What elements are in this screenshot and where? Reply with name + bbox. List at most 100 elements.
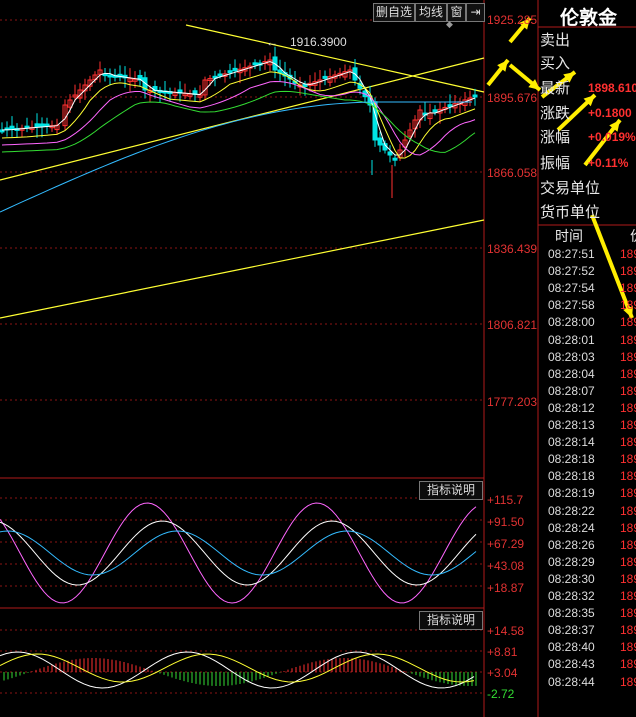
quote-label: 买入 xyxy=(540,54,571,72)
tick-price: 189 xyxy=(620,349,636,364)
tick-row: 08:28:18 189 xyxy=(540,452,636,469)
tick-row: 08:28:22 189 xyxy=(540,504,636,521)
tick-row: 08:28:26 189 xyxy=(540,538,636,555)
indicator2-axis-label: -2.72 xyxy=(487,687,515,701)
tick-row: 08:27:58 189 xyxy=(540,298,636,315)
tick-time: 08:28:19 xyxy=(548,486,595,501)
candle-body xyxy=(44,123,50,127)
tick-time: 08:28:14 xyxy=(548,435,595,450)
instrument-title: 伦敦金 xyxy=(560,7,618,29)
moving-averages xyxy=(0,61,476,213)
tick-price: 189 xyxy=(620,366,636,381)
tick-row: 08:27:52 189 xyxy=(540,264,636,281)
quote-label: 振幅 xyxy=(540,154,571,172)
moving-average-button[interactable]: 均线 xyxy=(415,3,447,22)
ma-line-short xyxy=(1,61,476,156)
indicator1-line-d xyxy=(0,520,477,586)
quote-label: 最新 xyxy=(540,79,571,97)
candle-body xyxy=(322,75,328,79)
indicator2-line-dif xyxy=(0,651,475,689)
indicator1-help-button[interactable]: 指标说明 xyxy=(419,481,483,500)
candle-body xyxy=(217,73,223,77)
tick-price: 189 xyxy=(620,383,636,398)
tick-time: 08:28:03 xyxy=(548,349,595,364)
tick-time: 08:28:44 xyxy=(548,674,595,689)
tick-price: 189 xyxy=(620,332,636,347)
quote-row-change: 涨跌 +0.1800 xyxy=(540,100,636,126)
tick-time: 08:28:24 xyxy=(548,520,595,535)
quote-value: +0.019% xyxy=(588,130,636,144)
tick-time: 08:28:07 xyxy=(548,383,595,398)
indicator2-help-button[interactable]: 指标说明 xyxy=(419,611,483,630)
tick-price: 189 xyxy=(620,571,636,586)
candle-body xyxy=(392,157,398,161)
candle-body xyxy=(39,123,45,128)
tick-price: 189 xyxy=(620,264,636,279)
ticks-header-price: 价 xyxy=(630,226,636,246)
tick-price: 189 xyxy=(620,315,636,330)
tick-price: 189 xyxy=(620,657,636,672)
indicator1-axis-label: +67.29 xyxy=(487,537,525,551)
tick-row: 08:28:43 189 xyxy=(540,657,636,674)
tick-row: 08:28:35 189 xyxy=(540,606,636,623)
tick-time: 08:28:22 xyxy=(548,503,595,518)
tick-row: 08:28:30 189 xyxy=(540,572,636,589)
price-axis-label: 1836.439 xyxy=(487,242,538,256)
indicator1-line-j xyxy=(0,530,477,576)
tick-row: 08:28:18 189 xyxy=(540,469,636,486)
quote-row-trade-unit: 交易单位 xyxy=(540,175,636,201)
tick-price: 189 xyxy=(620,674,636,689)
tick-row: 08:28:13 189 xyxy=(540,418,636,435)
indicator2-lines xyxy=(0,651,477,689)
high-annotation-value: 1916.3900 xyxy=(290,35,347,49)
candlesticks xyxy=(0,46,478,198)
indicator2-axis-label: +14.58 xyxy=(487,624,525,638)
tick-time: 08:27:51 xyxy=(548,247,595,261)
candle-body xyxy=(302,84,308,88)
tick-time: 08:28:00 xyxy=(548,315,595,330)
tick-price: 189 xyxy=(620,520,636,535)
tick-price: 189 xyxy=(620,469,636,484)
candle-body xyxy=(472,94,478,98)
tick-row: 08:28:40 189 xyxy=(540,640,636,657)
tick-price: 189 xyxy=(620,623,636,638)
high-annotation: ← xyxy=(266,35,278,49)
expand-arrow-button[interactable]: ⇥ xyxy=(466,3,485,22)
tick-time: 08:28:18 xyxy=(548,469,595,484)
quote-row-amplitude: 振幅 +0.11% xyxy=(540,150,636,176)
tick-price: 189 xyxy=(620,298,636,313)
ma-line-blue xyxy=(0,101,472,213)
ma-line-green xyxy=(1,90,476,153)
tick-price: 189 xyxy=(620,606,636,621)
tick-row: 08:28:29 189 xyxy=(540,555,636,572)
pin-icon: ◆ xyxy=(446,20,453,30)
tick-time: 08:28:01 xyxy=(548,332,595,347)
tick-price: 189 xyxy=(620,589,636,603)
indicator2-line-dea xyxy=(0,653,475,683)
candle-body xyxy=(34,123,40,128)
tick-price: 189 xyxy=(620,640,636,655)
tick-price: 189 xyxy=(620,400,636,415)
tick-row: 08:28:01 189 xyxy=(540,333,636,350)
indicator2-axis-label: +3.04 xyxy=(487,666,518,680)
trend-line-lower-channel xyxy=(0,219,485,319)
indicator1-line-k xyxy=(0,502,477,604)
ticks-header-time: 时间 xyxy=(555,229,583,245)
tick-price: 189 xyxy=(620,486,636,501)
price-axis-label: 1777.203 xyxy=(487,395,538,409)
tick-time: 08:28:18 xyxy=(548,452,595,467)
price-axis-label: 1806.821 xyxy=(487,318,538,332)
candle-body xyxy=(9,125,15,130)
indicator1-axis-label: +43.08 xyxy=(487,559,525,573)
tick-row: 08:27:51 189 xyxy=(540,247,636,264)
candle-body xyxy=(387,151,393,156)
tick-time: 08:28:37 xyxy=(548,623,595,638)
delete-watchlist-button[interactable]: 删自选 xyxy=(373,3,415,22)
ticks-header: 时间 价 xyxy=(540,226,636,246)
candle-body xyxy=(432,109,438,113)
quote-label: 卖出 xyxy=(540,31,571,49)
tick-price: 189 xyxy=(620,435,636,450)
indicator1-lines xyxy=(0,502,477,604)
candle-body xyxy=(252,62,258,66)
tick-row: 08:28:03 189 xyxy=(540,350,636,367)
